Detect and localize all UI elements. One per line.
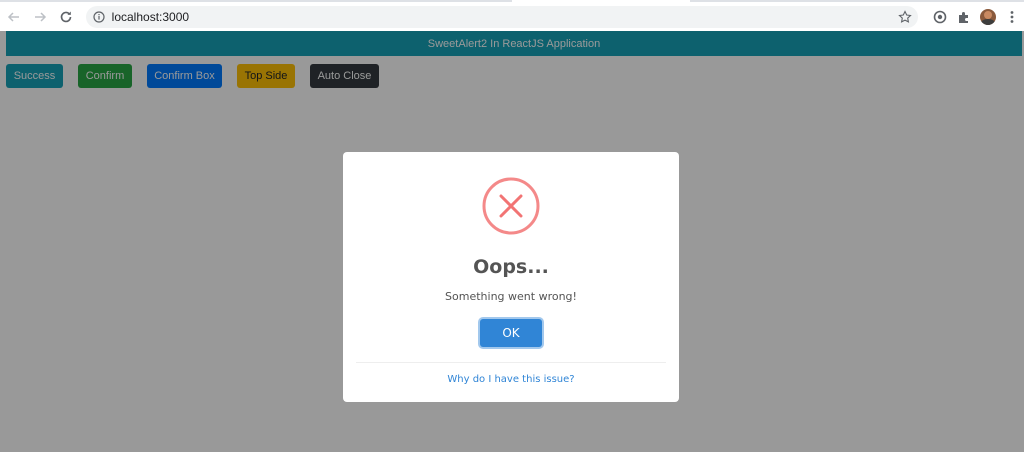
reload-button[interactable] [54, 5, 78, 29]
forward-button[interactable] [28, 5, 52, 29]
extensions-button[interactable] [952, 5, 976, 29]
star-icon[interactable] [898, 9, 912, 24]
dialog-message: Something went wrong! [445, 290, 577, 303]
profile-button[interactable] [976, 5, 1000, 29]
circle-extension-icon [933, 10, 947, 23]
back-button[interactable] [2, 5, 26, 29]
ok-button[interactable]: OK [480, 319, 542, 347]
avatar [979, 8, 996, 25]
dialog-title: Oops... [473, 256, 549, 278]
info-icon[interactable] [93, 10, 105, 23]
puzzle-icon [958, 11, 968, 23]
kebab-menu-icon [1010, 10, 1014, 23]
browser-toolbar: localhost:3000 [0, 2, 1024, 32]
active-tab-edge [512, 0, 690, 2]
dialog-footer-link[interactable]: Why do I have this issue? [343, 374, 679, 385]
dialog-footer-divider [356, 362, 666, 363]
url-text[interactable]: localhost:3000 [112, 10, 189, 24]
browser-menu-button[interactable] [1000, 5, 1024, 29]
arrow-left-icon [7, 11, 19, 22]
reload-icon [60, 11, 72, 22]
address-bar[interactable]: localhost:3000 [85, 5, 918, 28]
arrow-right-icon [34, 11, 46, 22]
extension-button[interactable] [928, 5, 952, 29]
error-x-icon [482, 177, 540, 235]
error-dialog: Oops... Something went wrong! OK Why do … [343, 152, 679, 402]
browser-tab-strip [0, 0, 1024, 2]
extensions-area [928, 5, 1024, 29]
